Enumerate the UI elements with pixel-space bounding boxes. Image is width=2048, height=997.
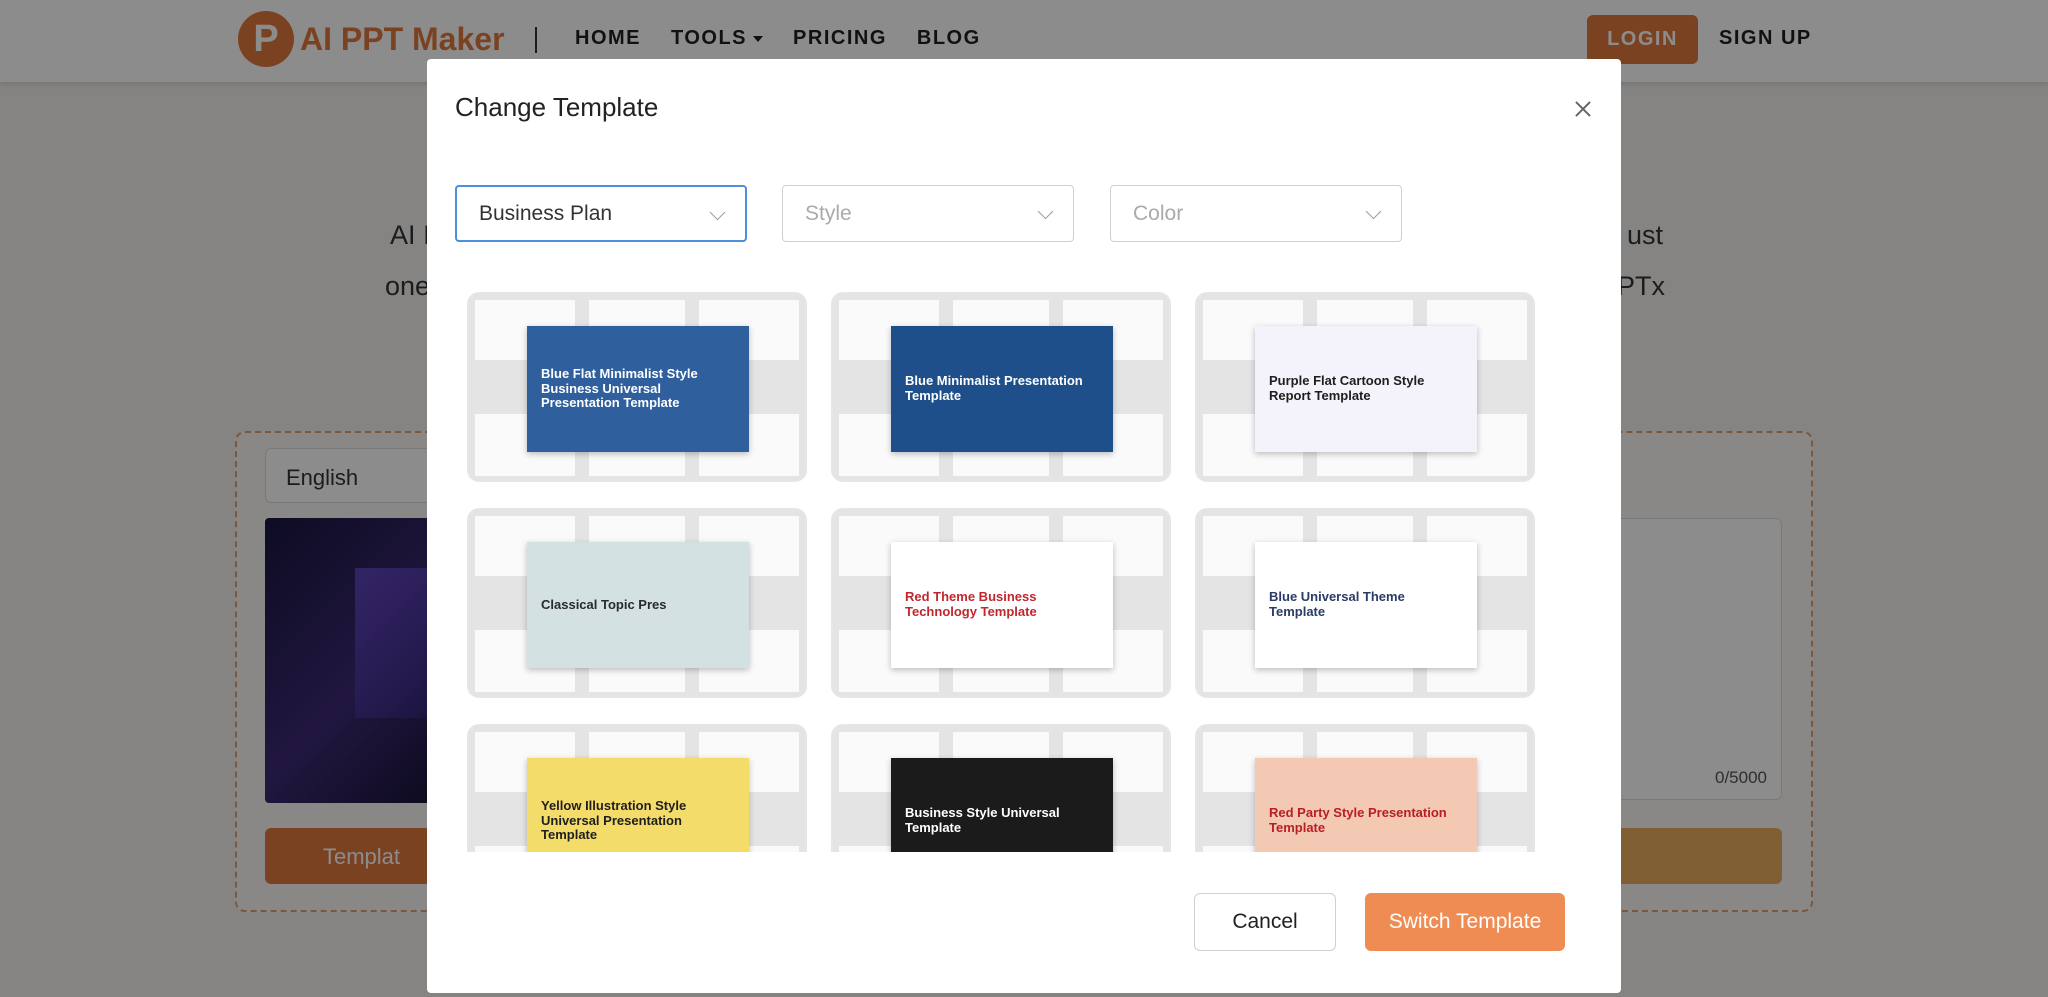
- template-title: Purple Flat Cartoon Style Report Templat…: [1269, 374, 1463, 404]
- close-icon[interactable]: [1569, 95, 1597, 123]
- template-title: Blue Universal Theme Template: [1269, 590, 1463, 620]
- chevron-down-icon: [1366, 204, 1382, 220]
- template-cover: Purple Flat Cartoon Style Report Templat…: [1255, 326, 1477, 452]
- template-cover: Business Style Universal Template: [891, 758, 1113, 852]
- style-select[interactable]: Style: [782, 185, 1074, 242]
- template-cover: Blue Flat Minimalist Style Business Univ…: [527, 326, 749, 452]
- template-title: Classical Topic Pres: [541, 598, 667, 613]
- template-card[interactable]: Yellow Illustration Style Universal Pres…: [467, 724, 807, 852]
- color-select[interactable]: Color: [1110, 185, 1402, 242]
- category-select[interactable]: Business Plan: [455, 185, 747, 242]
- template-title: Red Theme Business Technology Template: [905, 590, 1099, 620]
- switch-template-button[interactable]: Switch Template: [1365, 893, 1565, 951]
- template-card[interactable]: Blue Minimalist Presentation Template: [831, 292, 1171, 482]
- template-cover: Yellow Illustration Style Universal Pres…: [527, 758, 749, 852]
- slide-thumbnail: [1317, 450, 1413, 476]
- template-card[interactable]: Purple Flat Cartoon Style Report Templat…: [1195, 292, 1535, 482]
- template-grid: Blue Flat Minimalist Style Business Univ…: [467, 292, 1567, 852]
- template-card[interactable]: Red Theme Business Technology Template: [831, 508, 1171, 698]
- template-title: Red Party Style Presentation Template: [1269, 806, 1463, 836]
- template-title: Business Style Universal Template: [905, 806, 1099, 836]
- template-cover: Blue Universal Theme Template: [1255, 542, 1477, 668]
- modal-title: Change Template: [455, 92, 658, 123]
- style-select-placeholder: Style: [805, 202, 852, 226]
- cancel-button[interactable]: Cancel: [1194, 893, 1336, 951]
- template-cover: Red Theme Business Technology Template: [891, 542, 1113, 668]
- slide-thumbnail: [1317, 666, 1413, 692]
- change-template-modal: Change Template Business Plan Style Colo…: [427, 59, 1621, 993]
- template-title: Yellow Illustration Style Universal Pres…: [541, 799, 735, 844]
- template-card[interactable]: Red Party Style Presentation Template: [1195, 724, 1535, 852]
- template-title: Blue Flat Minimalist Style Business Univ…: [541, 367, 735, 412]
- template-card[interactable]: Classical Topic Pres: [467, 508, 807, 698]
- chevron-down-icon: [1038, 204, 1054, 220]
- template-card[interactable]: Blue Universal Theme Template: [1195, 508, 1535, 698]
- template-title: Blue Minimalist Presentation Template: [905, 374, 1099, 404]
- slide-thumbnail: [589, 666, 685, 692]
- slide-thumbnail: [953, 450, 1049, 476]
- template-card[interactable]: Blue Flat Minimalist Style Business Univ…: [467, 292, 807, 482]
- color-select-placeholder: Color: [1133, 202, 1183, 226]
- category-select-value: Business Plan: [479, 202, 612, 226]
- template-cover: Classical Topic Pres: [527, 542, 749, 668]
- slide-thumbnail: [589, 450, 685, 476]
- slide-thumbnail: [953, 666, 1049, 692]
- template-card[interactable]: Business Style Universal Template: [831, 724, 1171, 852]
- chevron-down-icon: [710, 205, 726, 221]
- template-cover: Blue Minimalist Presentation Template: [891, 326, 1113, 452]
- template-cover: Red Party Style Presentation Template: [1255, 758, 1477, 852]
